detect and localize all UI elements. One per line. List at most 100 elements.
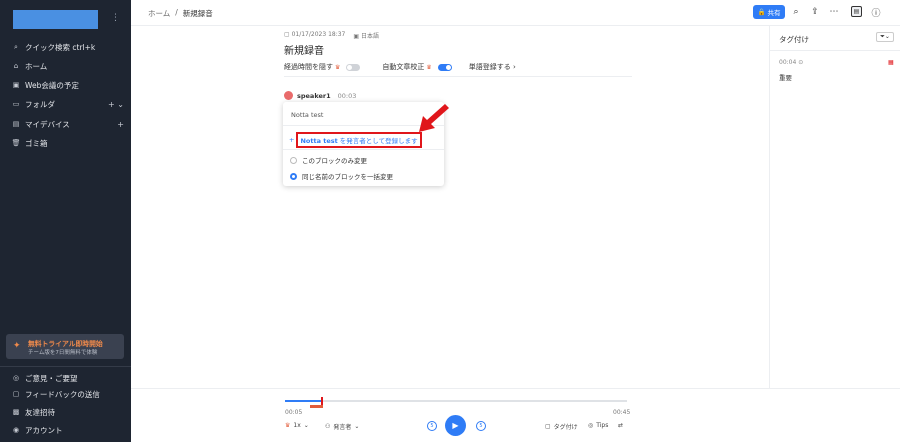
chevron-down-icon: ⌄ — [303, 422, 309, 429]
speaker-name-input[interactable]: Notta test — [291, 111, 323, 119]
sidebar-item-label: Web会議の予定 — [25, 80, 79, 90]
gift-icon: ▩ — [12, 408, 20, 416]
recording-language[interactable]: ▣ 日本語 — [353, 31, 379, 40]
add-device-icon[interactable]: + — [117, 120, 124, 129]
sidebar-item-feedback[interactable]: ▢ フィードバックの送信 — [12, 387, 124, 401]
options-row: 経過時間を隠す ♛ 自動文章校正 ♛ 単語登録する › — [284, 62, 516, 72]
dictionary-link[interactable]: 単語登録する › — [469, 62, 516, 72]
recording-date: ▢ 01/17/2023 18:37 — [284, 31, 346, 38]
sidebar-item-label: フィードバックの送信 — [25, 389, 100, 399]
speaker-name[interactable]: speaker1 — [297, 92, 331, 100]
search-icon[interactable]: ⌕ — [790, 6, 802, 18]
more-icon[interactable]: ⋯ — [828, 6, 840, 18]
play-icon: ▶ — [452, 421, 459, 430]
sidebar-item-folder[interactable]: ▭ フォルダ + ⌄ — [12, 97, 124, 111]
sidebar-item-quick-search[interactable]: ⌕ クイック検索 ctrl+k — [12, 40, 124, 54]
autocorrect-toggle[interactable] — [437, 63, 452, 71]
sidebar-item-trash[interactable]: 🗑 ゴミ箱 — [12, 136, 124, 150]
breadcrumb-current: 新規録音 — [182, 9, 213, 18]
chevron-down-icon: ⌄ — [354, 423, 360, 430]
speaker-time: 00:03 — [337, 91, 357, 100]
tips-button[interactable]: ◎ Tips — [588, 422, 608, 429]
content-divider — [284, 76, 632, 77]
recording-meta: ▢ 01/17/2023 18:37 ▣ 日本語 — [284, 31, 379, 40]
register-speaker-option[interactable]: + Notta test を発言者として登録します — [289, 132, 422, 148]
free-trial-banner[interactable]: ✦ 無料トライアル即時開始 チーム版を7日間無料で体験 — [6, 334, 124, 359]
autocorrect-label: 自動文章校正 — [382, 63, 425, 71]
register-speaker-name: Notta test — [300, 137, 338, 145]
workspace-logo[interactable] — [13, 10, 98, 29]
progress-track[interactable] — [285, 397, 627, 405]
sidebar-item-meetings[interactable]: ▣ Web会議の予定 — [12, 78, 124, 92]
time-total: 00:45 — [613, 409, 631, 416]
speaker-filter[interactable]: ⚇ 発言者 ⌄ — [325, 422, 359, 431]
lightbulb-icon: ◎ — [12, 374, 20, 382]
tag-filter-button[interactable]: ⏷⌄ — [876, 32, 894, 42]
folder-icon: ▭ — [12, 100, 20, 108]
plus-icon: + — [289, 136, 295, 144]
elapsed-time-label: 経過時間を隠す — [284, 63, 333, 71]
recording-title[interactable]: 新規録音 — [284, 42, 324, 57]
sidebar-divider — [0, 366, 131, 367]
sidebar-item-home[interactable]: ⌂ ホーム — [12, 59, 124, 73]
radio-block-only[interactable]: このブロックのみ変更 — [290, 155, 367, 165]
radio-all-blocks[interactable]: 同じ名前のブロックを一括変更 — [290, 171, 393, 181]
sidebar-item-account[interactable]: ◉ アカウント — [12, 423, 124, 437]
device-icon: ▤ — [12, 120, 20, 128]
sidebar-item-my-device[interactable]: ▤ マイデバイス + — [12, 117, 124, 131]
radio-unchecked[interactable] — [290, 156, 297, 164]
time-current: 00:05 — [285, 409, 303, 416]
progress-fill — [285, 400, 323, 402]
tag-icon: ▢ — [545, 423, 551, 430]
progress-knob[interactable] — [320, 397, 323, 405]
sparkle-icon: ✦ — [13, 341, 21, 351]
radio-label: このブロックのみ変更 — [302, 157, 367, 165]
lightbulb-icon: ◎ — [588, 422, 594, 429]
tips-label: Tips — [596, 422, 609, 429]
skip-forward-button[interactable]: 5 — [476, 421, 486, 431]
share-button[interactable]: 🔒 共有 — [753, 5, 785, 19]
skip-back-button[interactable]: 5 — [427, 421, 437, 431]
sidebar-item-label: 友達招待 — [25, 407, 55, 417]
sidebar-menu-icon[interactable]: ⋮ — [111, 13, 120, 23]
breadcrumb-separator: / — [175, 8, 178, 17]
tag-label: 重要 — [779, 74, 792, 82]
elapsed-time-toggle[interactable] — [346, 63, 361, 71]
sidebar-item-label: ご意見・ご要望 — [25, 373, 78, 383]
tag-marker[interactable] — [310, 405, 323, 408]
tag-panel-divider — [770, 50, 900, 51]
speaker-avatar — [284, 91, 293, 100]
add-folder-icon[interactable]: + ⌄ — [108, 100, 124, 109]
help-icon[interactable]: ⓘ — [870, 6, 882, 19]
speed-control[interactable]: ♛ 1x ⌄ — [285, 422, 309, 429]
sidebar: ⋮ ⌕ クイック検索 ctrl+k ⌂ ホーム ▣ Web会議の予定 ▭ フォル… — [0, 0, 131, 442]
top-header: ホーム / 新規録音 🔒 共有 ⌕ ⇪ ⋯ ▤ ⓘ — [131, 0, 900, 26]
trial-subtitle: チーム版を7日間無料で体験 — [28, 350, 98, 356]
share-label: 共有 — [767, 9, 781, 17]
sidebar-item-label: ゴミ箱 — [25, 138, 48, 148]
speaker-header[interactable]: speaker1 00:03 — [284, 91, 356, 100]
sidebar-item-invite[interactable]: ▩ 友達招待 — [12, 405, 124, 419]
sync-icon[interactable]: ⇄ — [618, 422, 623, 429]
radio-checked[interactable] — [290, 172, 297, 180]
sidebar-item-label: マイデバイス — [25, 119, 70, 129]
radio-label: 同じ名前のブロックを一括変更 — [302, 173, 393, 181]
users-icon: ⚇ — [325, 423, 331, 430]
delete-tag-icon[interactable]: ▦ — [888, 59, 894, 66]
audio-player: 00:05 00:45 ♛ 1x ⌄ ⚇ 発言者 ⌄ 5 ▶ 5 ▢ タグ付け … — [131, 388, 900, 442]
tag-panel: タグ付け ⏷⌄ 00:04 ⊙ 重要 ▦ — [769, 26, 900, 388]
tag-button[interactable]: ▢ タグ付け — [545, 422, 578, 431]
play-button[interactable]: ▶ — [445, 415, 466, 436]
breadcrumb-home[interactable]: ホーム — [148, 8, 170, 19]
sidebar-item-label: ホーム — [25, 61, 48, 71]
annotation-arrow-icon — [419, 104, 449, 132]
export-icon[interactable]: ⇪ — [809, 6, 821, 18]
sidebar-item-suggestions[interactable]: ◎ ご意見・ご要望 — [12, 371, 124, 385]
premium-icon: ♛ — [335, 63, 341, 71]
tag-time[interactable]: 00:04 ⊙ — [779, 59, 803, 66]
speed-value: 1x — [293, 422, 301, 429]
register-speaker-highlight[interactable]: Notta test を発言者として登録します — [296, 132, 422, 148]
sidebar-item-label: クイック検索 ctrl+k — [25, 42, 96, 52]
notes-panel-icon[interactable]: ▤ — [851, 6, 862, 17]
tag-button-label: タグ付け — [553, 424, 578, 431]
